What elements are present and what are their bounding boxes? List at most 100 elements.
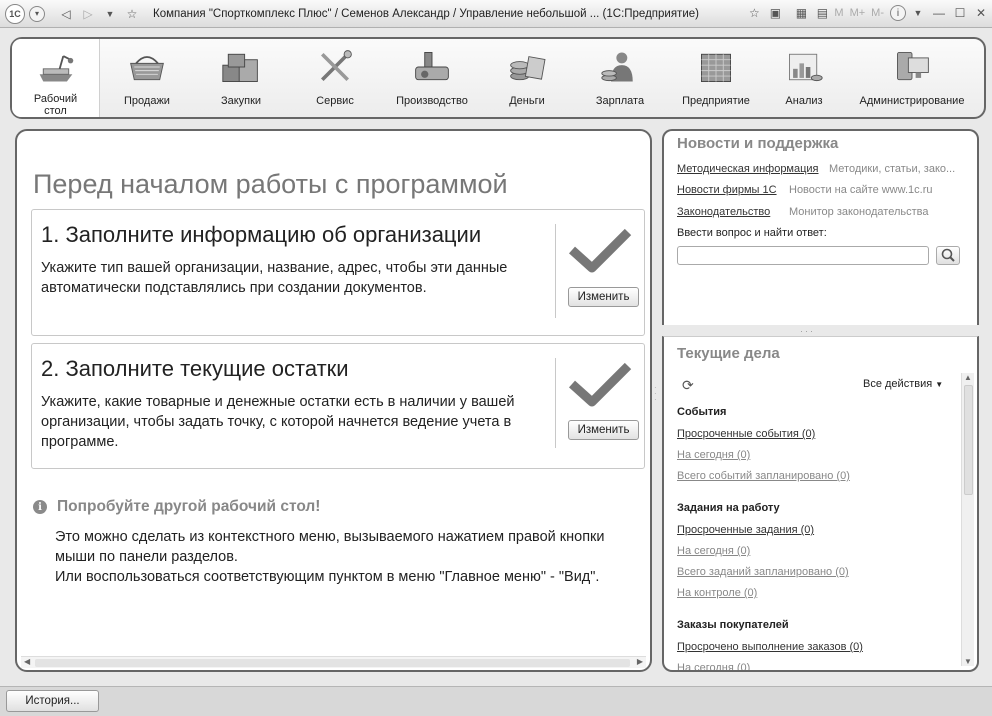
sections-panel: Рабочий стол Продажи Закупки Сервис Прои…	[10, 37, 986, 119]
edit-organization-button[interactable]: Изменить	[568, 287, 639, 307]
step-title: 1. Заполните информацию об организации	[41, 222, 482, 247]
calendar-icon[interactable]: ▤	[813, 4, 831, 22]
ask-label: Ввести вопрос и найти ответ:	[677, 227, 827, 239]
scroll-down-icon[interactable]: ▼	[964, 657, 972, 666]
scroll-right-icon[interactable]: ▶	[637, 657, 643, 666]
check-icon	[568, 228, 632, 273]
step-title: 2. Заполните текущие остатки	[41, 356, 349, 381]
all-actions-label: Все действия	[863, 378, 933, 390]
refresh-icon[interactable]: ⟳	[682, 377, 694, 394]
search-button[interactable]	[936, 246, 960, 265]
section-label: Администрирование	[859, 95, 965, 107]
app-logo-icon[interactable]: 1С	[5, 3, 25, 24]
step-description: Укажите тип вашей организации, название,…	[41, 260, 508, 296]
favorites-star-icon[interactable]: ☆	[745, 4, 763, 22]
tip-text: Это можно сделать из контекстного меню, …	[55, 527, 645, 587]
tasks-title: Текущие дела	[677, 345, 780, 362]
task-link[interactable]: На контроле (0)	[677, 587, 757, 599]
search-icon	[941, 248, 955, 262]
section-administration[interactable]: Администрирование	[844, 39, 980, 117]
info-icon: i	[33, 500, 47, 514]
memory-plus-button[interactable]: M+	[850, 7, 866, 19]
status-bar: История...	[0, 686, 992, 716]
task-link[interactable]: Просрочено выполнение заказов (0)	[677, 641, 863, 653]
scroll-thumb[interactable]	[964, 385, 973, 495]
scroll-left-icon[interactable]: ◀	[24, 657, 30, 666]
memory-minus-button[interactable]: M-	[871, 7, 884, 19]
task-link[interactable]: На сегодня (0)	[677, 449, 750, 461]
tip-title: Попробуйте другой рабочий стол!	[57, 498, 321, 515]
task-link[interactable]: Всего событий запланировано (0)	[677, 470, 850, 482]
scroll-thumb[interactable]	[35, 659, 630, 667]
section-label: Сервис	[316, 95, 354, 107]
minimize-icon[interactable]: —	[930, 4, 948, 22]
calculator-icon[interactable]: ▦	[792, 4, 810, 22]
task-link[interactable]: Просроченные события (0)	[677, 428, 815, 440]
group-title: Заказы покупателей	[677, 619, 789, 631]
building-icon	[696, 45, 736, 85]
section-purchases[interactable]: Закупки	[194, 39, 288, 117]
methodical-info-link[interactable]: Методическая информация	[677, 163, 819, 175]
memory-button[interactable]: M	[834, 7, 843, 19]
section-analysis[interactable]: Анализ	[764, 39, 844, 117]
maximize-icon[interactable]: ☐	[951, 4, 969, 22]
step-organization-card: 1. Заполните информацию об организации У…	[31, 209, 645, 336]
main-menu-icon[interactable]: ▾	[29, 5, 45, 22]
section-enterprise[interactable]: Предприятие	[668, 39, 764, 117]
news-row-desc: Новости на сайте www.1c.ru	[789, 184, 933, 196]
group-title: Задания на работу	[677, 502, 780, 514]
legislation-link[interactable]: Законодательство	[677, 206, 770, 218]
vertical-scrollbar[interactable]: ▲ ▼	[961, 373, 974, 666]
company-news-link[interactable]: Новости фирмы 1С	[677, 184, 777, 196]
section-desktop[interactable]: Рабочий стол	[12, 39, 100, 117]
section-salary[interactable]: Зарплата	[572, 39, 668, 117]
panel-splitter[interactable]: ···	[800, 326, 815, 336]
info-icon[interactable]: i	[890, 5, 906, 21]
step-description: Укажите, какие товарные и денежные остат…	[41, 394, 515, 450]
person-coins-icon	[600, 45, 640, 85]
tip-line: Это можно сделать из контекстного меню, …	[55, 529, 605, 565]
ask-input[interactable]	[677, 246, 929, 265]
news-row: Законодательство	[677, 206, 770, 218]
back-arrow-icon[interactable]: ◁	[57, 5, 75, 23]
coins-icon	[507, 45, 547, 85]
section-label: Предприятие	[682, 95, 750, 107]
tools-icon	[315, 45, 355, 85]
desktop-icon	[36, 45, 76, 85]
factory-icon	[412, 45, 452, 85]
step-balances-card: 2. Заполните текущие остатки Укажите, ка…	[31, 343, 645, 469]
splitter-handle[interactable]: · · ·	[654, 384, 660, 404]
group-title: События	[677, 406, 727, 418]
title-bar: 1С ▾ ◁ ▷ ▼ ☆ Компания "Спорткомплекс Плю…	[0, 0, 992, 28]
section-production[interactable]: Производство	[382, 39, 482, 117]
page-title: Перед началом работы с программой	[33, 169, 508, 199]
section-label: Продажи	[124, 95, 170, 107]
tip-line: Или воспользоваться соответствующим пунк…	[55, 569, 600, 585]
section-money[interactable]: Деньги	[482, 39, 572, 117]
scroll-up-icon[interactable]: ▲	[964, 373, 972, 382]
close-icon[interactable]: ✕	[972, 4, 990, 22]
news-row: Новости фирмы 1С	[677, 184, 777, 196]
news-title: Новости и поддержка	[677, 135, 839, 152]
task-link[interactable]: На сегодня (0)	[677, 662, 750, 670]
task-link[interactable]: Всего заданий запланировано (0)	[677, 566, 849, 578]
task-link[interactable]: Просроченные задания (0)	[677, 524, 814, 536]
section-label: Зарплата	[595, 95, 645, 107]
forward-arrow-icon[interactable]: ▷	[79, 5, 97, 23]
horizontal-scrollbar[interactable]: ◀ ▶	[21, 656, 646, 668]
history-button[interactable]: История...	[6, 690, 99, 712]
section-sales[interactable]: Продажи	[100, 39, 194, 117]
history-dropdown-icon[interactable]: ▼	[101, 5, 119, 23]
bookmark-icon[interactable]: ▣	[766, 4, 784, 22]
section-service[interactable]: Сервис	[288, 39, 382, 117]
chevron-down-icon[interactable]: ▼	[909, 4, 927, 22]
section-label: Деньги	[509, 95, 545, 107]
all-actions-menu[interactable]: Все действия ▼	[863, 378, 943, 390]
favorite-star-icon[interactable]: ☆	[123, 5, 141, 23]
section-label: Производство	[396, 95, 468, 107]
tip-header: i Попробуйте другой рабочий стол!	[33, 498, 320, 516]
task-link[interactable]: На сегодня (0)	[677, 545, 750, 557]
divider	[555, 358, 556, 448]
edit-balances-button[interactable]: Изменить	[568, 420, 639, 440]
computer-icon	[892, 45, 932, 85]
